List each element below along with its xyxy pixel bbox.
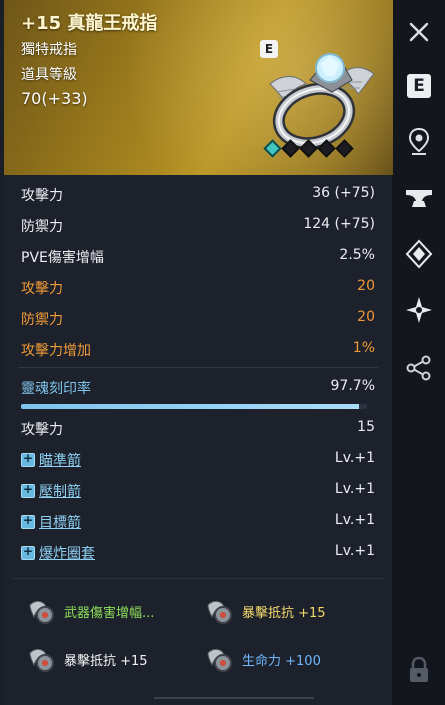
location-button[interactable] bbox=[403, 126, 435, 158]
stat-value: 2.5% bbox=[339, 247, 375, 263]
stat-row: PVE傷害增幅 2.5% bbox=[4, 240, 393, 271]
diamond-gem-icon bbox=[405, 239, 433, 269]
bonus-option[interactable]: 武器傷害增幅... bbox=[26, 591, 154, 631]
stat-label: 攻擊力 bbox=[21, 188, 63, 204]
stat-row-bonus: 攻擊力增加 1% bbox=[4, 333, 393, 364]
stat-label: 攻擊力 bbox=[21, 281, 63, 297]
stat-label: 攻擊力增加 bbox=[21, 343, 91, 359]
item-type: 獨特戒指 bbox=[21, 42, 77, 58]
soul-rate-progress-bar bbox=[21, 404, 367, 409]
item-name: +15 真龍王戒指 bbox=[21, 13, 158, 34]
soul-rate-progress-fill bbox=[21, 404, 360, 409]
item-tooltip-panel: +15 真龍王戒指 獨特戒指 道具等級 70(+33) E 攻擊力 36 (+7… bbox=[4, 0, 393, 705]
soul-rate-row: 靈魂刻印率 97.7% bbox=[4, 371, 393, 402]
bonus-option[interactable]: 暴擊抵抗 +15 bbox=[26, 639, 148, 679]
skill-list: 瞄準箭 Lv.+1 壓制箭 Lv.+1 目標箭 Lv.+1 爆炸圈套 Lv.+1 bbox=[4, 443, 393, 567]
stat-label: 防禦力 bbox=[21, 312, 63, 328]
skill-level: Lv.+1 bbox=[334, 543, 375, 559]
sparkle-star-icon bbox=[406, 297, 432, 323]
upgrade-star-empty bbox=[335, 139, 354, 158]
enhance-button[interactable] bbox=[403, 182, 435, 214]
location-pin-icon bbox=[408, 127, 430, 155]
skill-row[interactable]: 瞄準箭 Lv.+1 bbox=[4, 443, 393, 474]
share-icon bbox=[406, 355, 431, 381]
share-button[interactable] bbox=[403, 352, 435, 384]
winged-gear-icon bbox=[207, 648, 232, 672]
stat-value: 124 (+75) bbox=[303, 216, 375, 232]
skill-row[interactable]: 壓制箭 Lv.+1 bbox=[4, 474, 393, 505]
anvil-icon bbox=[406, 190, 432, 207]
upgrade-star-empty bbox=[317, 139, 336, 158]
skill-level: Lv.+1 bbox=[334, 450, 375, 466]
bonus-options-box: 武器傷害增幅... 暴擊抵抗 +15 暴擊抵抗 +15 生命力 +100 bbox=[12, 578, 385, 690]
soul-rate-value: 97.7% bbox=[330, 378, 375, 394]
bonus-option-text: 暴擊抵抗 +15 bbox=[64, 653, 148, 669]
bonus-option-text: 生命力 +100 bbox=[242, 653, 321, 669]
stat-value: 36 (+75) bbox=[312, 185, 375, 201]
upgrade-star-row bbox=[263, 139, 354, 158]
stat-value: 20 bbox=[357, 278, 375, 294]
stat-row: 防禦力 124 (+75) bbox=[4, 209, 393, 240]
ring-icon bbox=[269, 53, 375, 150]
bonus-option[interactable]: 生命力 +100 bbox=[204, 639, 321, 679]
soul-bonus-label: 攻擊力 bbox=[21, 422, 63, 438]
upgrade-star-empty bbox=[299, 139, 318, 158]
stat-list: 攻擊力 36 (+75) 防禦力 124 (+75) PVE傷害增幅 2.5% … bbox=[4, 178, 393, 364]
gem-button[interactable] bbox=[403, 238, 435, 270]
item-level-label: 道具等級 bbox=[21, 67, 77, 83]
upgrade-star-filled bbox=[263, 139, 282, 158]
soul-bonus-row: 攻擊力 15 bbox=[4, 412, 393, 443]
tooltip-sidebar: E bbox=[393, 0, 445, 705]
lock-button[interactable] bbox=[403, 654, 435, 686]
soul-rate-label: 靈魂刻印率 bbox=[21, 381, 91, 397]
winged-gear-icon bbox=[29, 600, 54, 624]
winged-gear-icon bbox=[207, 600, 232, 624]
skill-name[interactable]: 目標箭 bbox=[39, 515, 81, 531]
equip-button[interactable]: E bbox=[403, 70, 435, 102]
item-header: +15 真龍王戒指 獨特戒指 道具等級 70(+33) E bbox=[4, 0, 393, 175]
bonus-option-text: 暴擊抵抗 +15 bbox=[242, 605, 326, 621]
upgrade-star-empty bbox=[281, 139, 300, 158]
panel-bottom-handle bbox=[154, 697, 314, 699]
stat-label: 防禦力 bbox=[21, 219, 63, 235]
item-level: 70(+33) bbox=[21, 89, 88, 108]
stat-value: 1% bbox=[352, 340, 375, 356]
stat-label: PVE傷害增幅 bbox=[21, 250, 104, 266]
grade-badge: E bbox=[260, 40, 278, 58]
skill-row[interactable]: 爆炸圈套 Lv.+1 bbox=[4, 536, 393, 567]
skill-plus-icon bbox=[21, 451, 35, 467]
skill-plus-icon bbox=[21, 482, 35, 498]
skill-name[interactable]: 壓制箭 bbox=[39, 484, 81, 500]
skill-plus-icon bbox=[21, 513, 35, 529]
close-icon bbox=[409, 22, 429, 42]
bonus-option[interactable]: 暴擊抵抗 +15 bbox=[204, 591, 326, 631]
soul-bonus-value: 15 bbox=[357, 419, 375, 435]
stat-row-bonus: 防禦力 20 bbox=[4, 302, 393, 333]
stat-value: 20 bbox=[357, 309, 375, 325]
lock-icon bbox=[410, 656, 428, 682]
equip-icon: E bbox=[407, 74, 431, 98]
bonus-option-text: 武器傷害增幅... bbox=[64, 605, 155, 621]
skill-plus-icon bbox=[21, 544, 35, 560]
skill-level: Lv.+1 bbox=[334, 512, 375, 528]
winged-gear-icon bbox=[29, 648, 54, 672]
skill-row[interactable]: 目標箭 Lv.+1 bbox=[4, 505, 393, 536]
stat-row-bonus: 攻擊力 20 bbox=[4, 271, 393, 302]
skill-level: Lv.+1 bbox=[334, 481, 375, 497]
stat-row: 攻擊力 36 (+75) bbox=[4, 178, 393, 209]
skill-name[interactable]: 瞄準箭 bbox=[39, 453, 81, 469]
awaken-button[interactable] bbox=[403, 294, 435, 326]
close-button[interactable] bbox=[403, 16, 435, 48]
skill-name[interactable]: 爆炸圈套 bbox=[39, 546, 95, 562]
divider bbox=[18, 367, 378, 368]
